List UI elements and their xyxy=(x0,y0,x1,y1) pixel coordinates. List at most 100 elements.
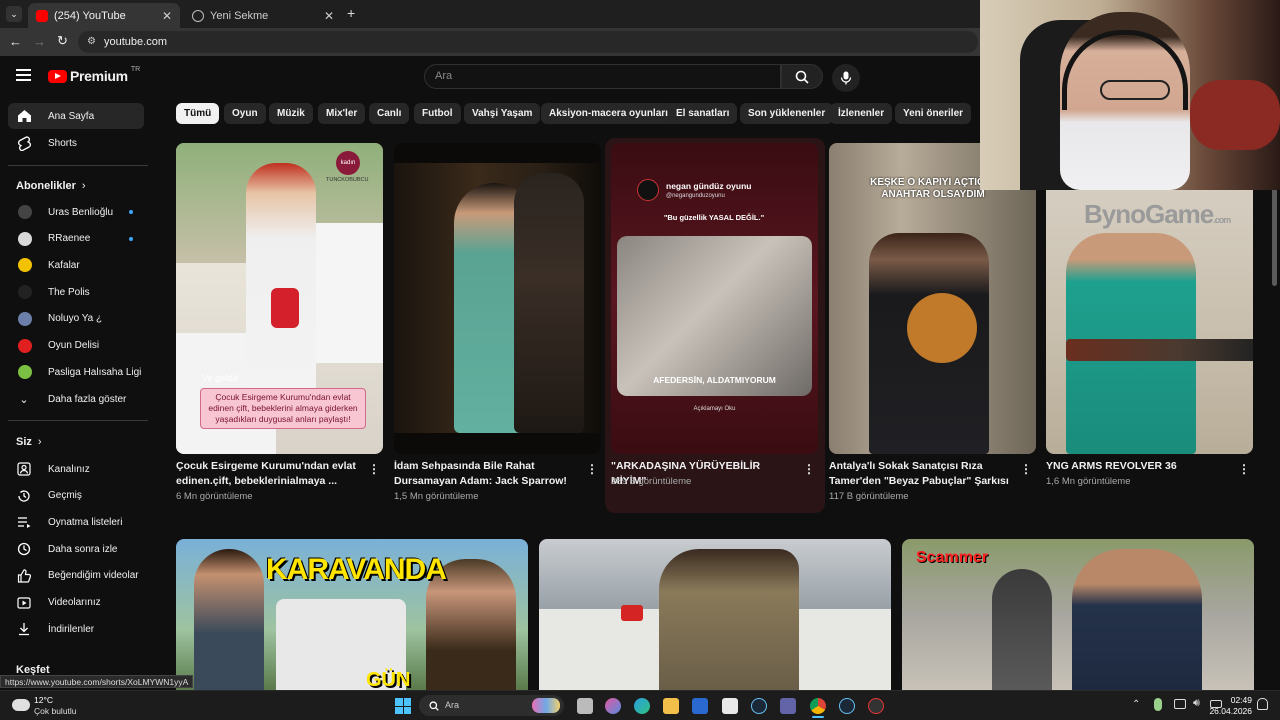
steam-icon[interactable] xyxy=(751,698,767,714)
chip[interactable]: El sanatları xyxy=(668,103,738,124)
sidebar-item-history[interactable]: Geçmiş xyxy=(8,483,144,509)
steam-icon[interactable] xyxy=(839,698,855,714)
sidebar-divider xyxy=(8,165,148,166)
more-options-icon[interactable]: ⋮ xyxy=(586,462,598,476)
channel-avatar xyxy=(637,179,659,201)
chip[interactable]: Müzik xyxy=(269,103,313,124)
teams-icon[interactable] xyxy=(780,698,796,714)
short-thumbnail[interactable] xyxy=(394,143,601,454)
youtube-logo[interactable]: Premium TR xyxy=(48,66,140,84)
chip[interactable]: Tümü xyxy=(176,103,220,124)
close-tab-icon[interactable]: ✕ xyxy=(162,9,172,23)
more-options-icon[interactable]: ⋮ xyxy=(1238,462,1250,476)
chip[interactable]: Oyun xyxy=(224,103,266,124)
subscriptions-heading[interactable]: Abonelikler › xyxy=(16,180,86,192)
more-options-icon[interactable]: ⋮ xyxy=(803,462,815,476)
chevron-right-icon: › xyxy=(81,180,86,192)
channel-avatar xyxy=(18,311,32,326)
edge-icon[interactable] xyxy=(634,698,650,714)
chip[interactable]: Yeni öneriler xyxy=(895,103,972,124)
sidebar-subscription[interactable]: Oyun Delisi xyxy=(8,333,144,359)
clock-date[interactable]: 26.04.2026 xyxy=(1206,706,1252,716)
sidebar-subscription[interactable]: Pasliga Halısaha Ligi xyxy=(8,359,144,385)
sidebar-subscription[interactable]: Kafalar xyxy=(8,252,144,278)
person-figure xyxy=(992,569,1052,690)
sidebar-item-video[interactable]: Videolarınız xyxy=(8,590,144,616)
channel-avatar xyxy=(18,258,32,273)
chevron-right-icon: › xyxy=(37,436,42,448)
sidebar-item-label: The Polis xyxy=(48,286,90,298)
start-button[interactable] xyxy=(395,698,411,714)
chip[interactable]: Son yüklenenler xyxy=(740,103,834,124)
outlook-icon[interactable] xyxy=(692,698,708,714)
close-tab-icon[interactable]: ✕ xyxy=(324,9,334,23)
chip[interactable]: Canlı xyxy=(369,103,410,124)
sidebar-subscription[interactable]: Uras Benlioğlu xyxy=(8,199,144,225)
file-explorer-icon[interactable] xyxy=(663,698,679,714)
back-icon[interactable]: ← xyxy=(9,34,22,49)
store-icon[interactable] xyxy=(722,698,738,714)
video-thumbnail[interactable] xyxy=(539,539,891,690)
taskbar-search[interactable]: Ara xyxy=(419,695,564,716)
short-title[interactable]: Çocuk Esirgeme Kurumu'ndan evlat edinen.… xyxy=(176,459,361,489)
sidebar-item-clock[interactable]: Daha sonra izle xyxy=(8,536,144,562)
sidebar-subscription[interactable]: RRaenee xyxy=(8,226,144,252)
sidebar-item-thumbs-up[interactable]: Beğendiğim videolar xyxy=(8,563,144,589)
video-thumbnail[interactable]: Scammer xyxy=(902,539,1254,690)
link-status-bar: https://www.youtube.com/shorts/XoLMYWN1y… xyxy=(0,675,194,688)
sidebar-item-home[interactable]: Ana Sayfa xyxy=(8,103,144,129)
logo-text: Premium xyxy=(70,68,128,84)
url-field[interactable]: ⚙ youtube.com xyxy=(78,31,978,53)
voice-search-button[interactable] xyxy=(832,64,860,92)
chip[interactable]: Aksiyon-macera oyunları xyxy=(541,103,676,124)
sidebar-item-label: Daha sonra izle xyxy=(48,543,118,555)
tab-new[interactable]: Yeni Sekme ✕ xyxy=(184,3,342,28)
search-button[interactable] xyxy=(781,64,823,89)
sidebar-item-shorts[interactable]: Shorts xyxy=(8,130,144,156)
notification-bell-icon[interactable] xyxy=(1257,698,1268,710)
chip[interactable]: İzlenenler xyxy=(830,103,893,124)
volume-icon[interactable]: 🔊︎ xyxy=(1193,697,1200,710)
watermark-main: BynoGame xyxy=(1084,199,1214,229)
tab-youtube[interactable]: (254) YouTube ✕ xyxy=(28,3,180,28)
task-view-icon[interactable] xyxy=(577,698,593,714)
tab-list-chevron-icon[interactable]: ⌄ xyxy=(6,6,22,22)
chrome-icon[interactable] xyxy=(810,698,826,714)
microphone-tray-icon[interactable] xyxy=(1154,698,1162,711)
sidebar-item-download[interactable]: İndirilenler xyxy=(8,616,144,642)
video-thumbnail[interactable]: KARAVANDA GÜN xyxy=(176,539,528,690)
sidebar-item-channel[interactable]: Kanalınız xyxy=(8,456,144,482)
bag-shape xyxy=(271,288,299,328)
reload-icon[interactable]: ↻ xyxy=(57,33,68,49)
sidebar-subscription[interactable]: The Polis xyxy=(8,279,144,305)
forward-icon[interactable]: → xyxy=(33,34,46,49)
site-info-icon[interactable]: ⚙ xyxy=(87,31,96,53)
tray-chevron-icon[interactable]: ⌃ xyxy=(1132,699,1140,710)
you-heading[interactable]: Siz › xyxy=(16,436,42,448)
menu-icon[interactable] xyxy=(16,69,31,81)
sidebar-item-playlists[interactable]: Oynatma listeleri xyxy=(8,509,144,535)
more-options-icon[interactable]: ⋮ xyxy=(1020,462,1032,476)
short-thumbnail[interactable]: kadın TUNCKOBUBCU Ve geldik Çocuk Esirge… xyxy=(176,143,383,454)
short-title[interactable]: İdam Sehpasında Bile Rahat Dursamayan Ad… xyxy=(394,459,579,489)
app-icon[interactable] xyxy=(868,698,884,714)
more-options-icon[interactable]: ⋮ xyxy=(368,462,380,476)
chip[interactable]: Futbol xyxy=(414,103,461,124)
clock-time[interactable]: 02:49 xyxy=(1228,695,1252,705)
short-title[interactable]: Antalya'lı Sokak Sanatçısı Rıza Tamer'de… xyxy=(829,459,1014,489)
sidebar-subscription[interactable]: Noluyo Ya ¿ xyxy=(8,306,144,332)
channel-name: negan gündüz oyunu xyxy=(666,181,752,191)
show-more-button[interactable]: ⌄ Daha fazla göster xyxy=(8,386,144,412)
chip[interactable]: Vahşi Yaşam xyxy=(464,103,541,124)
network-icon[interactable] xyxy=(1174,699,1186,709)
man-figure xyxy=(1072,549,1202,690)
new-tab-button[interactable]: + xyxy=(347,5,355,21)
copilot-icon[interactable] xyxy=(605,698,621,714)
short-title[interactable]: YNG ARMS REVOLVER 36 xyxy=(1046,459,1231,474)
chip[interactable]: Mix'ler xyxy=(318,103,366,124)
tab-label: Yeni Sekme xyxy=(210,9,269,22)
search-input[interactable]: Ara xyxy=(424,64,781,89)
channel-badge: kadın xyxy=(336,151,360,175)
weather-cloud-icon[interactable] xyxy=(12,699,30,711)
short-thumbnail[interactable]: negan gündüz oyunu @negangunduzoyunu "Bu… xyxy=(611,143,818,454)
